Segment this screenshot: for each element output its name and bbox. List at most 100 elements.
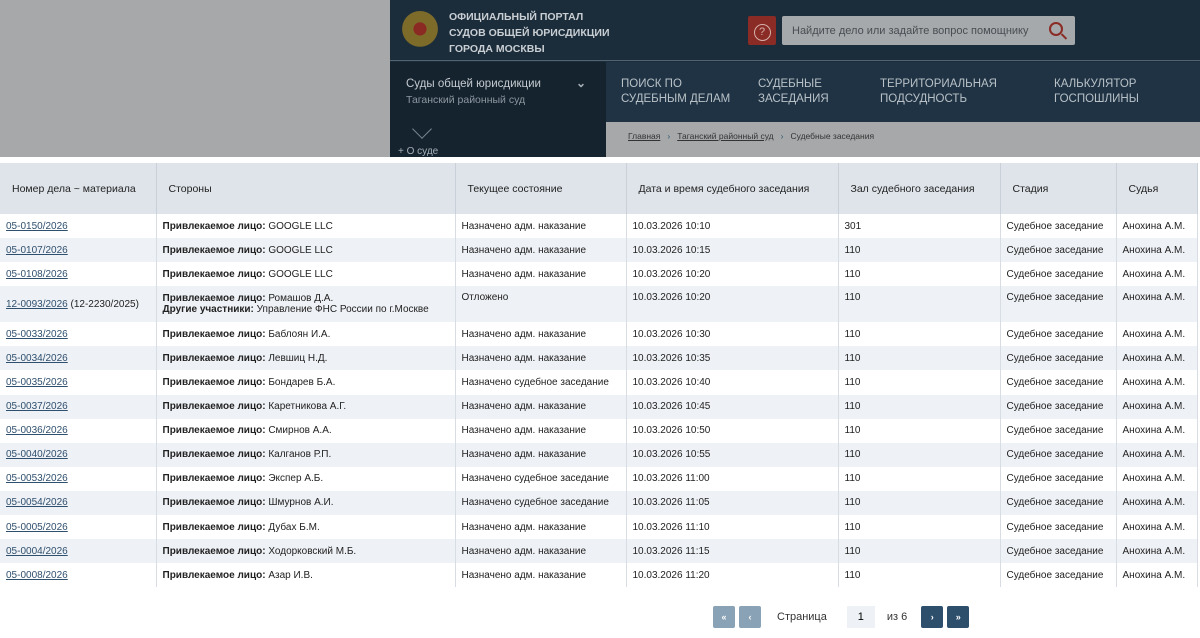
table-row: 05-0005/2026 Привлекаемое лицо: Дубах Б.… [0, 515, 1198, 540]
case-link[interactable]: 05-0150/2026 [6, 221, 68, 232]
cell-datetime: 10.03.2026 11:05 [626, 490, 839, 516]
case-link[interactable]: 05-0036/2026 [6, 425, 68, 436]
case-link[interactable]: 05-0108/2026 [6, 269, 68, 280]
site-header: ОФИЦИАЛЬНЫЙ ПОРТАЛ СУДОВ ОБЩЕЙ ЮРИСДИКЦИ… [390, 0, 1200, 157]
cell-case: 05-0004/2026 [0, 539, 157, 564]
cell-case: 05-0008/2026 [0, 563, 157, 588]
cell-parties: Привлекаемое лицо: Азар И.В. [156, 563, 456, 588]
question-icon: ? [753, 24, 771, 41]
cell-room: 110 [838, 370, 1001, 395]
case-link[interactable]: 05-0054/2026 [6, 497, 68, 508]
search-icon[interactable] [1049, 22, 1063, 36]
case-link[interactable]: 05-0053/2026 [6, 473, 68, 484]
help-button[interactable]: ? [748, 16, 776, 45]
case-extra: (12-2230/2025) [67, 298, 139, 310]
cell-judge: Анохина А.М. [1116, 490, 1198, 516]
cell-state: Назначено адм. наказание [455, 442, 627, 467]
next-page-button[interactable]: › [921, 605, 944, 628]
cell-parties: Привлекаемое лицо: Ромашов Д.А. Другие уч… [156, 286, 456, 323]
cell-judge: Анохина А.М. [1116, 214, 1198, 239]
cell-case: 05-0054/2026 [0, 490, 157, 516]
last-page-button[interactable]: » [947, 605, 970, 628]
cell-room: 110 [838, 394, 1001, 419]
case-link[interactable]: 05-0005/2026 [6, 522, 68, 533]
case-link[interactable]: 05-0004/2026 [6, 546, 68, 557]
party-name: Азар И.В. [268, 569, 313, 581]
cell-case: 05-0034/2026 [0, 346, 157, 371]
main-nav: Суды общей юрисдикции Таганский районный… [390, 62, 1200, 157]
cell-judge: Анохина А.М. [1116, 539, 1198, 564]
col-judge: Судья [1116, 163, 1198, 214]
cell-parties: Привлекаемое лицо: Бондарев Б.А. [156, 370, 456, 395]
party-label: Привлекаемое лицо: [162, 401, 266, 413]
cell-parties: Привлекаемое лицо: GOOGLE LLC [156, 238, 456, 263]
breadcrumb-current: Судебные заседания [790, 131, 875, 141]
case-link[interactable]: 05-0040/2026 [6, 449, 68, 460]
breadcrumb-home[interactable]: Главная [628, 131, 660, 141]
col-case-number[interactable]: Номер дела ~ материала [0, 163, 157, 214]
cell-datetime: 10.03.2026 10:10 [626, 214, 839, 239]
case-link[interactable]: 05-0008/2026 [6, 570, 68, 581]
cell-state: Назначено адм. наказание [455, 515, 627, 540]
about-court-link[interactable]: + О суде [398, 146, 438, 157]
breadcrumb-court[interactable]: Таганский районный суд [677, 131, 773, 141]
cell-state: Назначено судебное заседание [455, 370, 627, 395]
case-link[interactable]: 05-0034/2026 [6, 353, 68, 364]
case-link[interactable]: 12-0093/2026 [6, 299, 68, 310]
cell-state: Назначено адм. наказание [455, 418, 627, 443]
search-input[interactable] [782, 16, 1032, 45]
portal-title[interactable]: ОФИЦИАЛЬНЫЙ ПОРТАЛ СУДОВ ОБЩЕЙ ЮРИСДИКЦИ… [449, 9, 610, 57]
party-name: Баблоян И.А. [268, 328, 331, 340]
case-link[interactable]: 05-0107/2026 [6, 245, 68, 256]
col-parties: Стороны [156, 163, 456, 214]
nav-jurisdiction[interactable]: ТЕРРИТОРИАЛЬНАЯ ПОДСУДНОСТЬ [880, 77, 997, 107]
breadcrumb: Главная › Таганский районный суд › Судебные … [606, 122, 1200, 157]
dropdown-pointer [412, 119, 432, 139]
nav-fee-calculator[interactable]: КАЛЬКУЛЯТОР ГОСПОШЛИНЫ [1054, 77, 1139, 107]
cell-state: Назначено адм. наказание [455, 346, 627, 371]
party-label: Привлекаемое лицо: [162, 268, 266, 280]
cell-datetime: 10.03.2026 10:40 [626, 370, 839, 395]
table-row: 05-0054/2026 Привлекаемое лицо: Шмурнов … [0, 490, 1198, 516]
chevron-down-icon[interactable]: ⌄ [576, 76, 586, 90]
cell-case: 12-0093/2026 (12-2230/2025) [0, 286, 157, 323]
coat-of-arms-logo[interactable] [402, 10, 438, 52]
case-link[interactable]: 05-0035/2026 [6, 377, 68, 388]
case-link[interactable]: 05-0037/2026 [6, 401, 68, 412]
party-label: Привлекаемое лицо: [162, 473, 266, 485]
case-link[interactable]: 05-0033/2026 [6, 329, 68, 340]
cell-state: Назначено адм. наказание [455, 238, 627, 263]
table-row: 05-0008/2026 Привлекаемое лицо: Азар И.В… [0, 563, 1198, 588]
cell-datetime: 10.03.2026 10:35 [626, 346, 839, 371]
page-number-input[interactable] [846, 605, 875, 628]
cell-case: 05-0150/2026 [0, 214, 157, 239]
cell-judge: Анохина А.М. [1116, 466, 1198, 491]
cell-judge: Анохина А.М. [1116, 262, 1198, 287]
party-name: GOOGLE LLC [268, 244, 333, 256]
cell-stage: Судебное заседание [1000, 490, 1117, 516]
nav-court-sessions[interactable]: СУДЕБНЫЕ ЗАСЕДАНИЯ [758, 77, 829, 107]
cell-stage: Судебное заседание [1000, 322, 1117, 347]
cell-judge: Анохина А.М. [1116, 394, 1198, 419]
cell-datetime: 10.03.2026 11:15 [626, 539, 839, 564]
cell-judge: Анохина А.М. [1116, 286, 1198, 323]
cell-state: Назначено судебное заседание [455, 490, 627, 516]
cell-judge: Анохина А.М. [1116, 346, 1198, 371]
cell-case: 05-0036/2026 [0, 418, 157, 443]
nav-case-search[interactable]: ПОИСК ПО СУДЕБНЫМ ДЕЛАМ [621, 77, 730, 107]
party-label: Привлекаемое лицо: [162, 293, 266, 305]
chevron-right-icon: › [780, 131, 784, 141]
cell-room: 110 [838, 490, 1001, 516]
cell-room: 110 [838, 322, 1001, 347]
cell-parties: Привлекаемое лицо: GOOGLE LLC [156, 214, 456, 239]
party-label: Привлекаемое лицо: [162, 377, 266, 389]
cell-state: Назначено адм. наказание [455, 394, 627, 419]
cell-case: 05-0107/2026 [0, 238, 157, 263]
prev-page-button[interactable]: ‹ [739, 605, 761, 628]
cell-room: 110 [838, 466, 1001, 491]
court-selector[interactable]: Суды общей юрисдикции Таганский районный… [390, 62, 606, 157]
first-page-button[interactable]: « [713, 605, 735, 628]
cell-datetime: 10.03.2026 10:15 [626, 238, 839, 263]
sessions-table: Номер дела ~ материала Стороны Текущее с… [0, 163, 1198, 588]
party-name: Ромашов Д.А. [268, 293, 334, 305]
